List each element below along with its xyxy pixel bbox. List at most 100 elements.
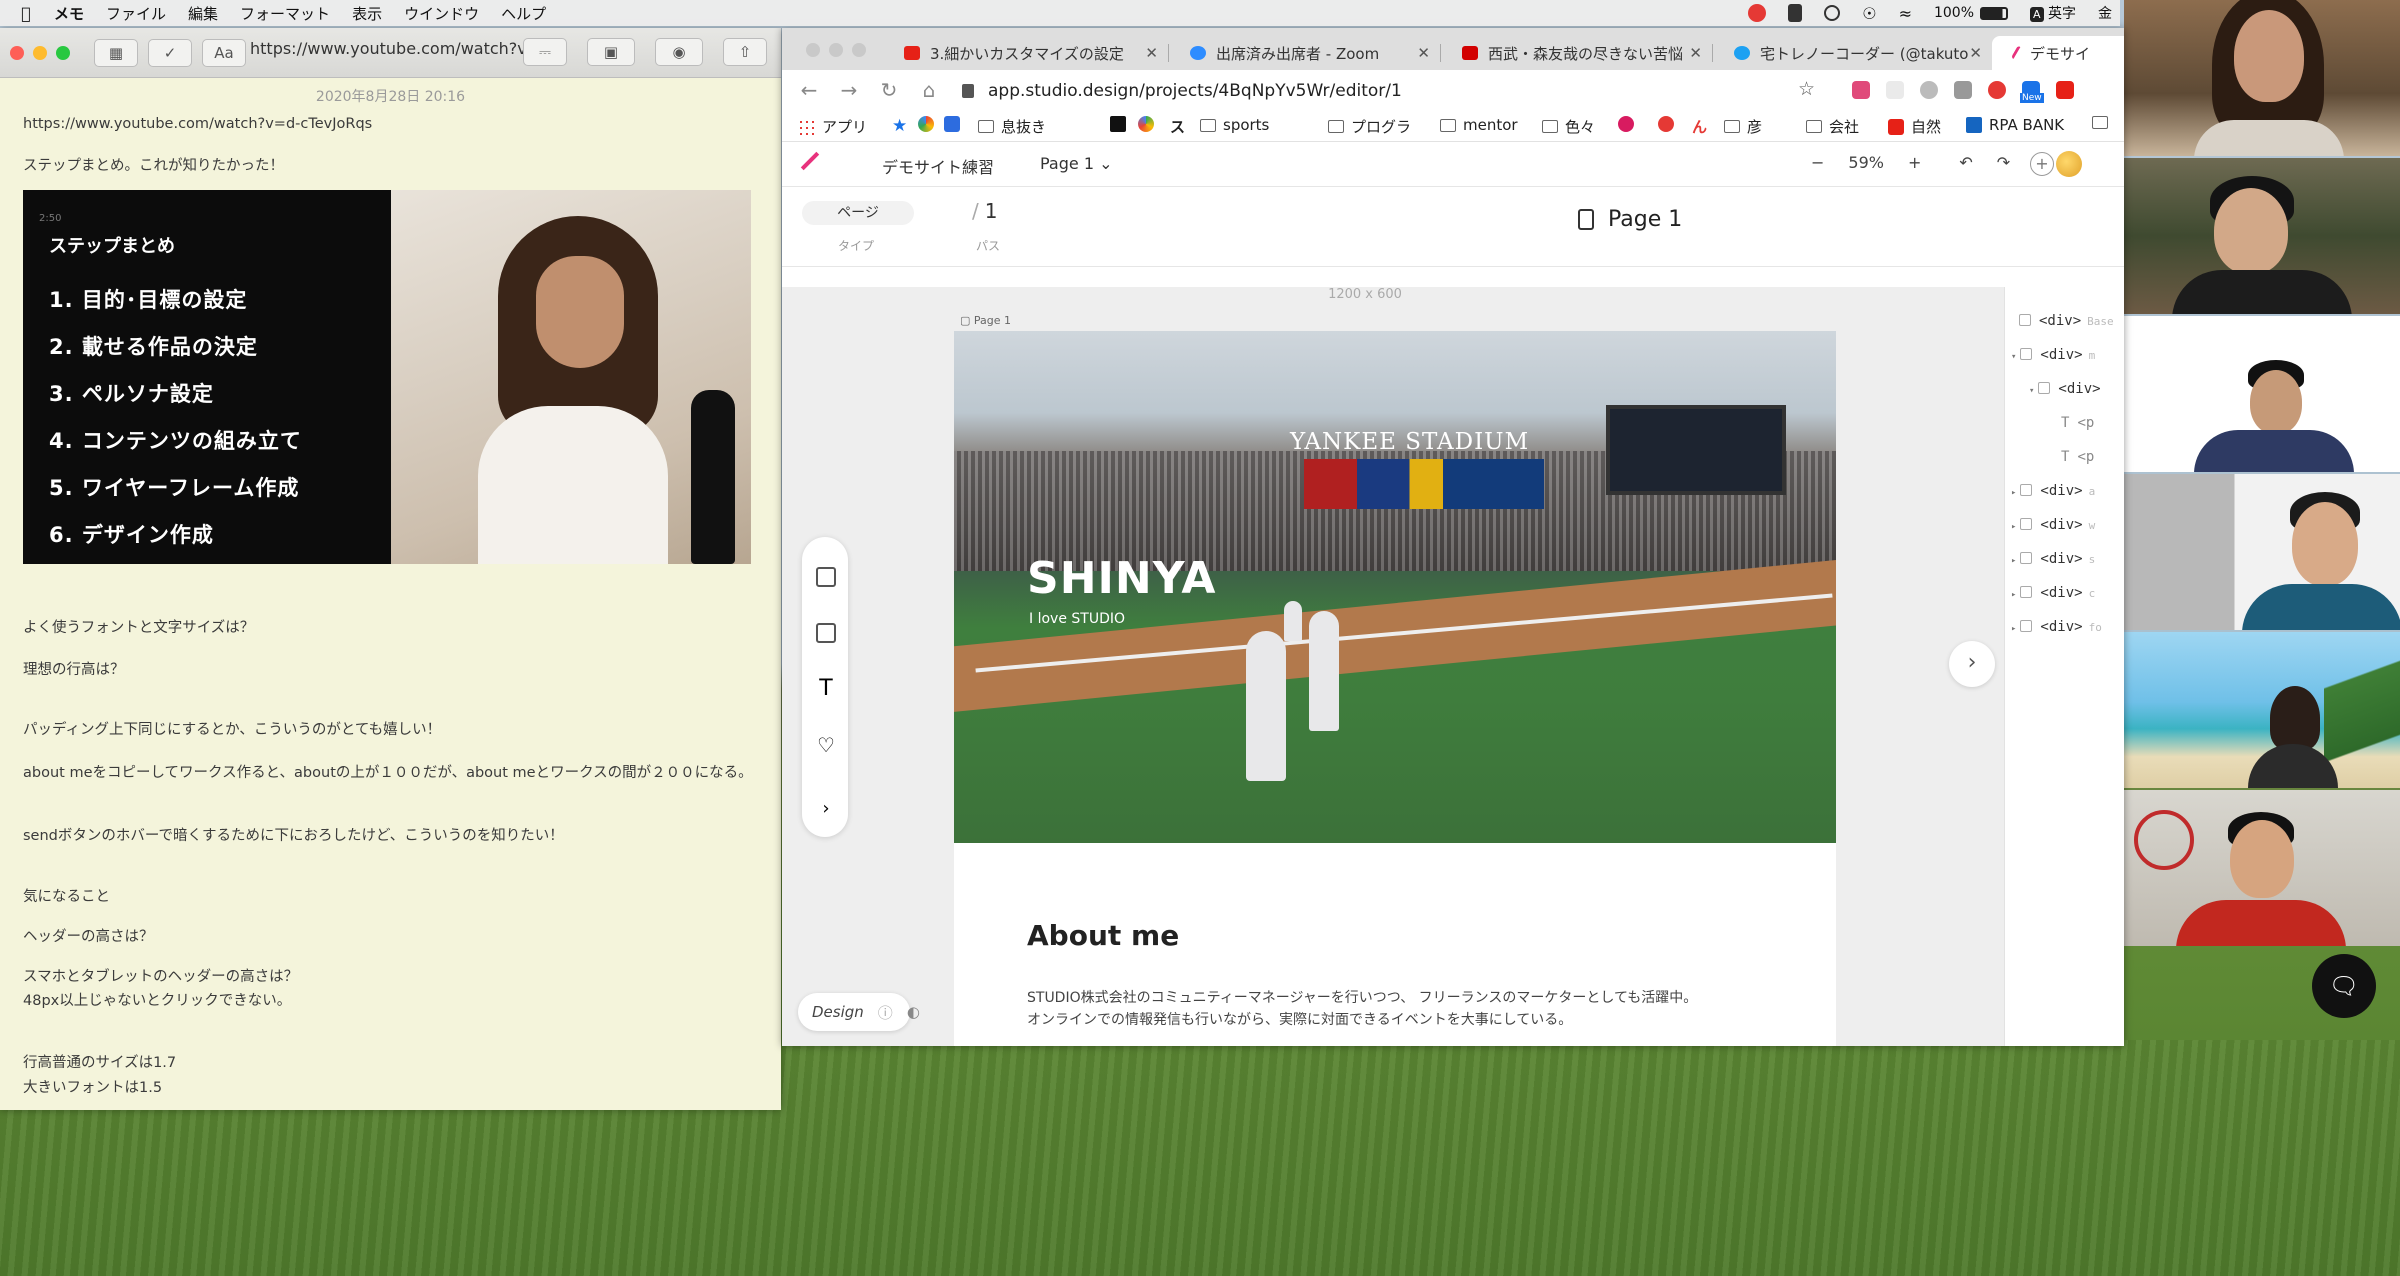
- note-line[interactable]: 大きいフォントは1.5: [23, 1076, 162, 1097]
- wifi-icon[interactable]: ≈: [1899, 4, 1912, 23]
- reload-icon[interactable]: ↻: [878, 78, 900, 102]
- menu-view[interactable]: 表示: [352, 3, 382, 24]
- layer-checkbox[interactable]: [2020, 518, 2033, 530]
- browser-tab-active[interactable]: デモサイ: [1992, 36, 2124, 70]
- zoom-out-icon[interactable]: −: [1811, 153, 1824, 172]
- note-line[interactable]: sendボタンのホバーで暗くするために下におろしたけど、こういうのを知りたい！: [23, 824, 564, 845]
- path-field[interactable]: /1: [972, 199, 1003, 223]
- bookmark-youtube[interactable]: 自然: [1888, 116, 1941, 137]
- input-source[interactable]: A 英字: [2030, 3, 2076, 23]
- type-pill[interactable]: ページ: [802, 201, 914, 225]
- note-line[interactable]: スマホとタブレットのヘッダーの高さは？: [23, 965, 298, 986]
- layer-item[interactable]: ▸ <div> a: [2011, 483, 2095, 499]
- project-name[interactable]: デモサイト練習: [882, 154, 994, 178]
- checklist-icon[interactable]: ✓: [148, 38, 192, 67]
- bookmark-glyph[interactable]: ん: [1692, 116, 1707, 137]
- about-heading[interactable]: About me: [1027, 919, 1179, 952]
- layer-item[interactable]: ▾ <div>: [2029, 381, 2101, 397]
- theme-toggle-icon[interactable]: ◐: [907, 1003, 920, 1021]
- layer-item[interactable]: <div> Base: [2019, 313, 2114, 329]
- extension-icon[interactable]: [1920, 81, 1938, 99]
- image-tool-icon[interactable]: [816, 623, 836, 643]
- user-avatar[interactable]: [2056, 151, 2082, 177]
- video-participant-tile[interactable]: [2124, 158, 2400, 314]
- bookmark-folder[interactable]: プログラ: [1328, 116, 1411, 137]
- extension-new-icon[interactable]: New: [2020, 81, 2044, 103]
- bookmark-folder[interactable]: sports: [1200, 116, 1269, 134]
- close-tab-icon[interactable]: ✕: [1145, 44, 1158, 62]
- menu-file[interactable]: ファイル: [106, 3, 166, 24]
- bookmark-favicon[interactable]: [1138, 116, 1161, 132]
- note-line[interactable]: よく使うフォントと文字サイズは？: [23, 616, 254, 637]
- forward-icon[interactable]: →: [838, 78, 860, 102]
- menu-edit[interactable]: 編集: [188, 3, 218, 24]
- note-line[interactable]: パッディング上下同じにするとか、こういうのがとても嬉しい！: [23, 718, 441, 739]
- browser-tab[interactable]: 宅トレノーコーダー (@takuto ✕: [1712, 36, 1990, 70]
- bookmark-folder[interactable]: [2092, 116, 2115, 129]
- layer-checkbox[interactable]: [2020, 484, 2033, 496]
- note-line[interactable]: 理想の行高は？: [23, 658, 125, 679]
- bookmark-glyph[interactable]: ス: [1170, 116, 1185, 137]
- browser-tab[interactable]: 西武・森友哉の尽きない苦悩 ✕: [1440, 36, 1710, 70]
- close-tab-icon[interactable]: ✕: [1417, 44, 1430, 62]
- collapse-icon[interactable]: ▾: [2011, 352, 2016, 362]
- minimize-window-button[interactable]: [33, 45, 47, 60]
- star-bookmark-icon[interactable]: ★: [892, 116, 907, 136]
- layer-checkbox[interactable]: [2020, 348, 2033, 360]
- browser-tab[interactable]: 出席済み出席者 - Zoom ✕: [1168, 36, 1438, 70]
- close-window-button[interactable]: [806, 43, 820, 57]
- extension-icon[interactable]: [1886, 81, 1904, 99]
- battery-indicator[interactable]: 100%: [1934, 5, 2009, 21]
- clock-day[interactable]: 金: [2098, 3, 2112, 23]
- add-collaborator-icon[interactable]: +: [2030, 152, 2054, 176]
- note-line[interactable]: 行高普通のサイズは1.7: [23, 1051, 176, 1072]
- page-selector[interactable]: Page 1 ⌄: [1040, 154, 1113, 173]
- table-icon[interactable]: ▦: [94, 38, 138, 67]
- layer-item[interactable]: T <p: [2061, 449, 2094, 465]
- layer-checkbox[interactable]: [2038, 382, 2051, 394]
- note-line[interactable]: 48px以上じゃないとクリックできない。: [23, 989, 291, 1010]
- layer-item[interactable]: ▸ <div> c: [2011, 585, 2095, 601]
- zoom-in-icon[interactable]: +: [1908, 153, 1921, 172]
- expand-chevron-icon[interactable]: ›: [816, 799, 836, 819]
- chevron-right-icon[interactable]: ›: [1949, 641, 1995, 687]
- undo-icon[interactable]: ↶: [1959, 153, 1972, 172]
- creative-cloud-icon[interactable]: [1748, 4, 1767, 22]
- about-text-line[interactable]: STUDIO株式会社のコミュニティーマネージャーを行いつつ、 フリーランスのマー…: [1027, 987, 1697, 1009]
- menu-app-notes[interactable]: メモ: [54, 3, 84, 24]
- note-line[interactable]: about meをコピーしてワークス作ると、aboutの上が１００だが、abou…: [23, 761, 753, 782]
- collapse-icon[interactable]: ▾: [2029, 386, 2034, 396]
- hero-title[interactable]: SHINYA: [1027, 553, 1216, 604]
- close-tab-icon[interactable]: ✕: [1689, 44, 1702, 62]
- extension-icon[interactable]: [2056, 81, 2074, 99]
- help-icon[interactable]: ⓘ: [878, 1002, 893, 1023]
- bookmark-star-icon[interactable]: ☆: [1798, 78, 1815, 100]
- bluetooth-icon[interactable]: ☉: [1862, 4, 1876, 23]
- bookmark-favicon[interactable]: [1110, 116, 1133, 132]
- bookmark-favicon[interactable]: [944, 116, 967, 132]
- extension-icon[interactable]: [1954, 81, 1972, 99]
- fullscreen-window-button[interactable]: [56, 45, 70, 60]
- fullscreen-window-button[interactable]: [852, 43, 866, 57]
- layer-item[interactable]: T <p: [2061, 415, 2094, 431]
- hero-subtitle[interactable]: I love STUDIO: [1029, 611, 1125, 627]
- text-tool-icon[interactable]: T: [816, 678, 836, 700]
- bookmark-folder[interactable]: mentor: [1440, 116, 1518, 134]
- video-participant-tile[interactable]: [2124, 474, 2400, 630]
- note-url-text[interactable]: https://www.youtube.com/watch?v=...: [250, 39, 550, 58]
- back-icon[interactable]: ←: [798, 78, 820, 102]
- close-tab-icon[interactable]: ✕: [1969, 44, 1982, 62]
- zoom-level[interactable]: 59%: [1848, 153, 1884, 172]
- apple-icon[interactable]: : [12, 4, 40, 23]
- editor-canvas[interactable]: 1200 x 600 ▢ Page 1 YANKEE STADIUM SHINY…: [782, 287, 2124, 1046]
- expand-icon[interactable]: ▸: [2011, 556, 2016, 566]
- format-text-icon[interactable]: Aa: [202, 38, 246, 67]
- expand-icon[interactable]: ▸: [2011, 590, 2016, 600]
- lock-icon[interactable]: ⎓: [523, 38, 567, 66]
- bookmark-favicon[interactable]: [1658, 116, 1681, 132]
- layer-checkbox[interactable]: [2020, 552, 2033, 564]
- share-icon[interactable]: ⇧: [723, 38, 767, 66]
- layer-item[interactable]: ▸ <div> fo: [2011, 619, 2102, 635]
- bookmark-folder[interactable]: 息抜き: [978, 116, 1046, 137]
- time-machine-icon[interactable]: [1824, 5, 1841, 21]
